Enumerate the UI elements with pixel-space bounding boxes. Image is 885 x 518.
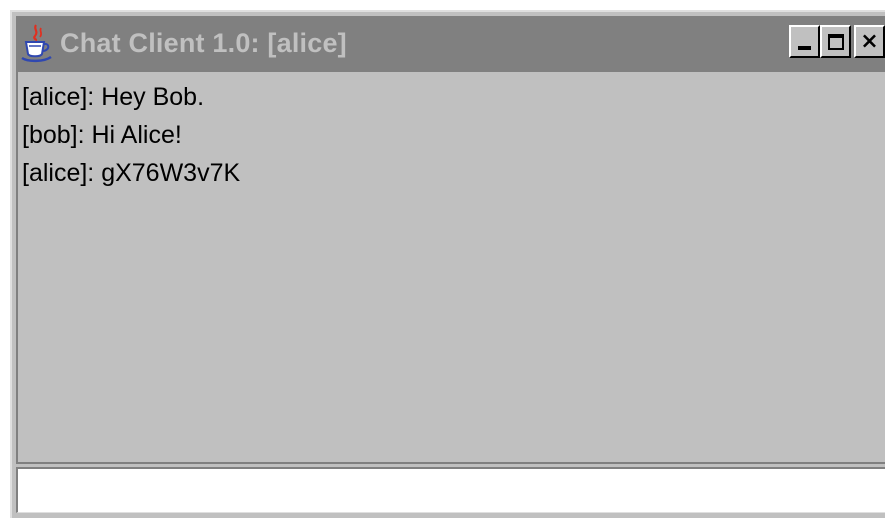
minimize-button[interactable] [789, 25, 820, 58]
maximize-button[interactable] [820, 25, 851, 58]
chat-client-window: Chat Client 1.0: [alice] × [alice]: Hey … [10, 10, 885, 518]
chat-message-area[interactable]: [alice]: Hey Bob. [bob]: Hi Alice! [alic… [16, 70, 885, 464]
window-title: Chat Client 1.0: [alice] [60, 27, 347, 58]
close-icon: × [860, 28, 879, 54]
chat-message: [alice]: Hey Bob. [22, 83, 205, 111]
chat-message: [alice]: gX76W3v7K [22, 159, 241, 187]
window-controls: × [789, 25, 885, 58]
close-button[interactable]: × [854, 25, 885, 58]
title-bar[interactable]: Chat Client 1.0: [alice] × [16, 16, 885, 70]
maximize-icon [827, 33, 844, 50]
minimize-icon [798, 46, 811, 50]
chat-message: [bob]: Hi Alice! [22, 121, 182, 149]
message-input[interactable] [16, 467, 885, 513]
java-coffee-cup-icon [21, 24, 52, 63]
